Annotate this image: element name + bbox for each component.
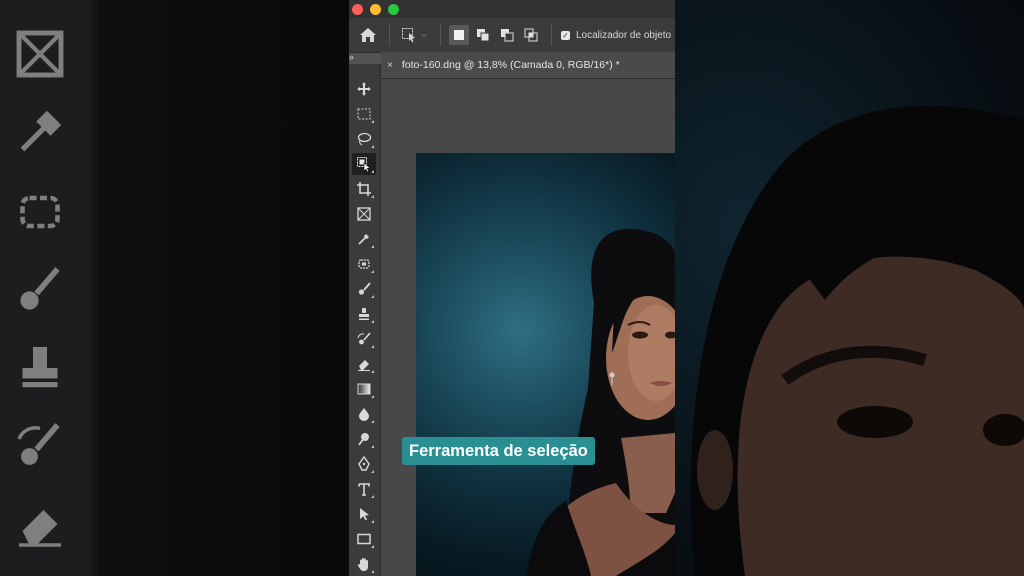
history-brush-tool[interactable] [352, 328, 376, 350]
object-selection-preset-icon [402, 28, 415, 43]
home-icon [360, 28, 376, 42]
frame-icon [12, 26, 68, 82]
eyedropper-icon [358, 234, 369, 245]
brush-icon [358, 282, 371, 295]
crop-tool[interactable] [352, 178, 376, 200]
object-finder-label: Localizador de objeto [576, 29, 672, 41]
eraser-tool[interactable] [352, 353, 376, 375]
new-selection-icon [454, 30, 464, 40]
canvas-area[interactable] [381, 79, 675, 576]
document-tab[interactable]: × foto-160.dng @ 13,8% (Camada 0, RGB/16… [381, 52, 675, 78]
type-tool[interactable] [352, 478, 376, 500]
options-bar: ⌵ ✓ Localizador de objeto [349, 18, 675, 53]
dodge-icon [358, 433, 369, 446]
object-finder-checkbox[interactable]: ✓ [561, 30, 570, 40]
document-title: foto-160.dng @ 13,8% (Camada 0, RGB/16*)… [401, 59, 620, 71]
brush-icon [12, 262, 68, 318]
document-tab-bar: × foto-160.dng @ 13,8% (Camada 0, RGB/16… [381, 52, 675, 79]
intersect-with-selection-button[interactable] [521, 25, 541, 45]
spot-healing-tool[interactable] [352, 253, 376, 275]
photoshop-window: ⌵ ✓ Localizador de objeto » × foto-160.d… [349, 0, 675, 576]
add-to-selection-button[interactable] [473, 25, 493, 45]
caption-text: Ferramenta de seleção [409, 441, 588, 460]
eyedropper-icon [12, 104, 68, 160]
home-button[interactable] [359, 26, 377, 44]
type-icon [358, 483, 370, 496]
add-to-selection-icon [477, 29, 490, 42]
path-selection-icon [360, 508, 369, 521]
toolbar-collapse-button[interactable]: » [349, 52, 361, 64]
tool-preset-picker[interactable]: ⌵ [401, 26, 427, 44]
rectangular-marquee-icon [357, 108, 371, 120]
crop-icon [357, 182, 371, 196]
brush-tool[interactable] [352, 278, 376, 300]
clone-stamp-icon [12, 340, 68, 396]
object-selection-icon [357, 157, 371, 172]
document-photo[interactable] [416, 153, 675, 576]
clone-stamp-tool[interactable] [352, 303, 376, 325]
gradient-tool[interactable] [352, 378, 376, 400]
collapse-icon: » [349, 52, 355, 62]
rectangle-icon [357, 533, 371, 545]
hand-icon [357, 558, 368, 571]
rectangle-tool[interactable] [352, 528, 376, 550]
frame-icon [357, 207, 371, 221]
tutorial-caption: Ferramenta de seleção [402, 437, 595, 465]
eraser-icon [358, 360, 370, 371]
blur-icon [359, 408, 369, 421]
new-selection-button[interactable] [449, 25, 469, 45]
lasso-icon [357, 132, 372, 146]
blur-tool[interactable] [352, 403, 376, 425]
hand-tool[interactable] [352, 553, 376, 575]
history-brush-icon [357, 332, 371, 345]
pen-tool[interactable] [352, 453, 376, 475]
gradient-icon [357, 383, 371, 395]
move-tool[interactable] [352, 78, 376, 100]
path-selection-tool[interactable] [352, 503, 376, 525]
frame-tool[interactable] [352, 203, 376, 225]
window-titlebar [349, 0, 675, 18]
chevron-down-icon: ⌵ [421, 30, 428, 39]
close-tab-icon[interactable]: × [387, 60, 393, 71]
background-blur-left [0, 0, 349, 576]
move-icon [357, 82, 371, 96]
zoom-window-button[interactable] [388, 4, 399, 15]
eraser-icon [12, 496, 68, 552]
object-finder-toggle[interactable]: ✓ Localizador de objeto [561, 26, 671, 44]
lasso-tool[interactable] [352, 128, 376, 150]
spot-healing-icon [12, 184, 68, 240]
minimize-window-button[interactable] [370, 4, 381, 15]
clone-stamp-icon [359, 308, 369, 320]
subtract-from-selection-button[interactable] [497, 25, 517, 45]
dodge-tool[interactable] [352, 428, 376, 450]
pen-icon [358, 456, 370, 471]
tools-panel [349, 64, 381, 576]
history-brush-icon [12, 418, 68, 474]
close-window-button[interactable] [352, 4, 363, 15]
subtract-from-selection-icon [501, 29, 514, 42]
object-selection-tool[interactable] [352, 153, 376, 175]
rectangular-marquee-tool[interactable] [352, 103, 376, 125]
spot-healing-icon [358, 259, 370, 269]
background-blur-right [675, 0, 1024, 576]
eyedropper-tool[interactable] [352, 228, 376, 250]
intersect-with-selection-icon [524, 28, 538, 42]
